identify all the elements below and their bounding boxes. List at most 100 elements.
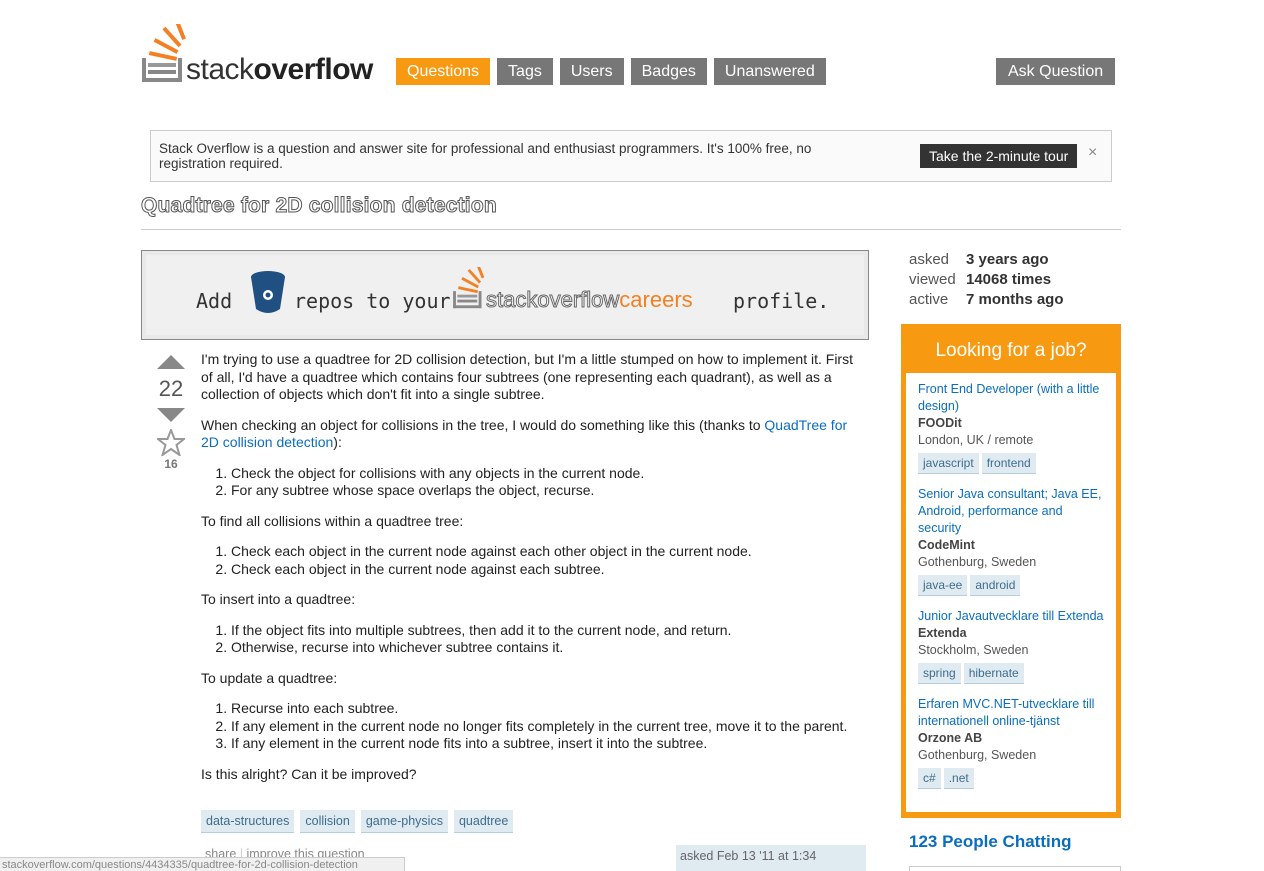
tag-game-physics[interactable]: game-physics (360, 810, 448, 833)
job-tag[interactable]: c# (918, 768, 941, 789)
careers-banner-ad[interactable]: Add repos to your stackoverflowcareers p… (141, 250, 869, 340)
logo-word-bold: overflow (253, 53, 374, 86)
job-title-link[interactable]: Erfaren MVC.NET-utvecklare till internat… (918, 696, 1104, 730)
close-icon[interactable]: × (1088, 144, 1097, 162)
banner-profile-text: profile. (733, 289, 830, 313)
list-item: If any element in the current node fits … (231, 735, 866, 753)
jobs-heading[interactable]: Looking for a job? (901, 340, 1121, 362)
notice-text: Stack Overflow is a question and answer … (159, 141, 812, 171)
stack-logo-icon (142, 24, 186, 82)
job-tag[interactable]: javascript (918, 453, 979, 474)
logo-word-light: stack (186, 53, 254, 86)
vote-count: 22 (158, 376, 184, 401)
nav-tags[interactable]: Tags (497, 58, 553, 85)
nav-badges[interactable]: Badges (630, 58, 707, 85)
banner-careers-word: careers (619, 287, 693, 312)
insert-steps-list: If the object fits into multiple subtree… (201, 622, 866, 657)
banner-so-word: stackoverflow (485, 287, 620, 313)
job-location: Stockholm, Sweden (918, 643, 1029, 657)
list-item: Check each object in the current node ag… (231, 561, 866, 579)
list-item: If the object fits into multiple subtree… (231, 622, 866, 640)
post-paragraph-5: To update a quadtree: (201, 669, 338, 686)
jobs-widget: Looking for a job? Front End Developer (… (901, 324, 1121, 818)
list-item: Check the object for collisions with any… (231, 465, 866, 483)
stat-value[interactable]: 7 months ago (966, 290, 1064, 310)
vote-down-arrow-icon[interactable] (157, 408, 185, 422)
job-location: Gothenburg, Sweden (918, 748, 1037, 762)
stat-value: 3 years ago (966, 251, 1049, 268)
nav-unanswered[interactable]: Unanswered (713, 58, 826, 85)
status-bar-url: stackoverflow.com/questions/4434335/quad… (0, 857, 405, 871)
ask-question-button[interactable]: Ask Question (996, 58, 1116, 85)
welcome-notice: Stack Overflow is a question and answer … (150, 130, 1112, 182)
stackoverflow-logo[interactable]: stackoverflow (140, 24, 385, 86)
job-tags: javascript frontend (918, 453, 1104, 474)
stat-viewed: viewed 14068 times (909, 270, 1064, 290)
favorite-star-icon[interactable] (157, 429, 185, 456)
post-paragraph-1: I'm trying to use a quadtree for 2D coll… (201, 351, 853, 402)
nav-users[interactable]: Users (559, 58, 624, 85)
job-company: Extenda (918, 626, 967, 640)
list-item: Recurse into each subtree. (231, 700, 866, 718)
asked-timestamp: asked Feb 13 '11 at 1:34 (680, 849, 817, 863)
banner-careers-wordmark: stackoverflowcareers (485, 287, 693, 313)
jobs-list: Front End Developer (with a little desig… (906, 373, 1116, 812)
job-company: CodeMint (918, 538, 975, 552)
find-collisions-list: Check each object in the current node ag… (201, 543, 866, 578)
post-paragraph-3: To find all collisions within a quadtree… (201, 512, 464, 529)
list-item: For any subtree whose space overlaps the… (231, 482, 866, 500)
take-tour-button[interactable]: Take the 2-minute tour (920, 144, 1078, 168)
question-title[interactable]: Quadtree for 2D collision detection (141, 194, 498, 218)
asked-user-card: asked Feb 13 '11 at 1:34 (676, 845, 866, 871)
list-item: Otherwise, recurse into whichever subtre… (231, 639, 866, 657)
post-paragraph-6: Is this alright? Can it be improved? (201, 765, 417, 782)
tag-quadtree[interactable]: quadtree (453, 810, 514, 833)
job-tag[interactable]: spring (918, 663, 961, 684)
tag-collision[interactable]: collision (300, 810, 355, 833)
stat-active: active 7 months ago (909, 290, 1064, 310)
post-paragraph-2-start: When checking an object for collisions i… (201, 416, 765, 433)
collision-steps-list: Check the object for collisions with any… (201, 465, 866, 500)
favorite-count: 16 (164, 457, 178, 471)
bitbucket-icon (251, 271, 285, 313)
banner-repos-text: repos to your (294, 289, 451, 313)
job-company: Orzone AB (918, 731, 983, 745)
job-tag[interactable]: .net (943, 768, 974, 789)
job-tag[interactable]: hibernate (963, 663, 1024, 684)
job-tags: spring hibernate (918, 663, 1104, 684)
stat-label: asked (909, 251, 950, 268)
job-tag[interactable]: frontend (981, 453, 1036, 474)
job-title-link[interactable]: Junior Javautvecklare till Extenda (918, 608, 1104, 625)
update-steps-list: Recurse into each subtree. If any elemen… (201, 700, 866, 753)
title-divider (141, 229, 1121, 230)
stack-logo-small-icon (453, 267, 485, 309)
vote-up-arrow-icon[interactable] (157, 355, 185, 369)
post-paragraph-4: To insert into a quadtree: (201, 591, 356, 607)
tag-data-structures[interactable]: data-structures (201, 810, 295, 833)
post-paragraph-2-end: ): (333, 434, 342, 450)
job-tag[interactable]: android (970, 575, 1021, 596)
stat-asked: asked 3 years ago (909, 250, 1064, 270)
job-tags: java-ee android (918, 575, 1104, 596)
list-item: If any element in the current node no lo… (231, 718, 866, 736)
job-title-link[interactable]: Senior Java consultant; Java EE, Android… (918, 486, 1104, 537)
job-title-link[interactable]: Front End Developer (with a little desig… (918, 381, 1104, 415)
job-tag[interactable]: java-ee (918, 575, 968, 596)
chat-link[interactable]: 123 People Chatting (909, 832, 1071, 852)
job-listing: Front End Developer (with a little desig… (918, 381, 1104, 474)
list-item: Check each object in the current node ag… (231, 543, 866, 561)
stat-label: viewed (909, 271, 956, 288)
question-body: I'm trying to use a quadtree for 2D coll… (201, 351, 866, 796)
chat-box-edge (909, 866, 1121, 871)
banner-background: Add repos to your stackoverflowcareers p… (146, 255, 864, 335)
stat-value: 14068 times (966, 271, 1052, 288)
logo-wordmark: stackoverflow (186, 54, 373, 86)
stat-label: active (909, 291, 949, 308)
question-tags: data-structures collision game-physics q… (201, 810, 514, 833)
job-company: FOODit (918, 416, 962, 430)
banner-add-text: Add (196, 289, 233, 313)
job-listing: Junior Javautvecklare till Extenda Exten… (918, 608, 1104, 684)
job-listing: Senior Java consultant; Java EE, Android… (918, 486, 1104, 596)
nav-questions[interactable]: Questions (396, 58, 491, 85)
job-location: Gothenburg, Sweden (918, 555, 1037, 569)
